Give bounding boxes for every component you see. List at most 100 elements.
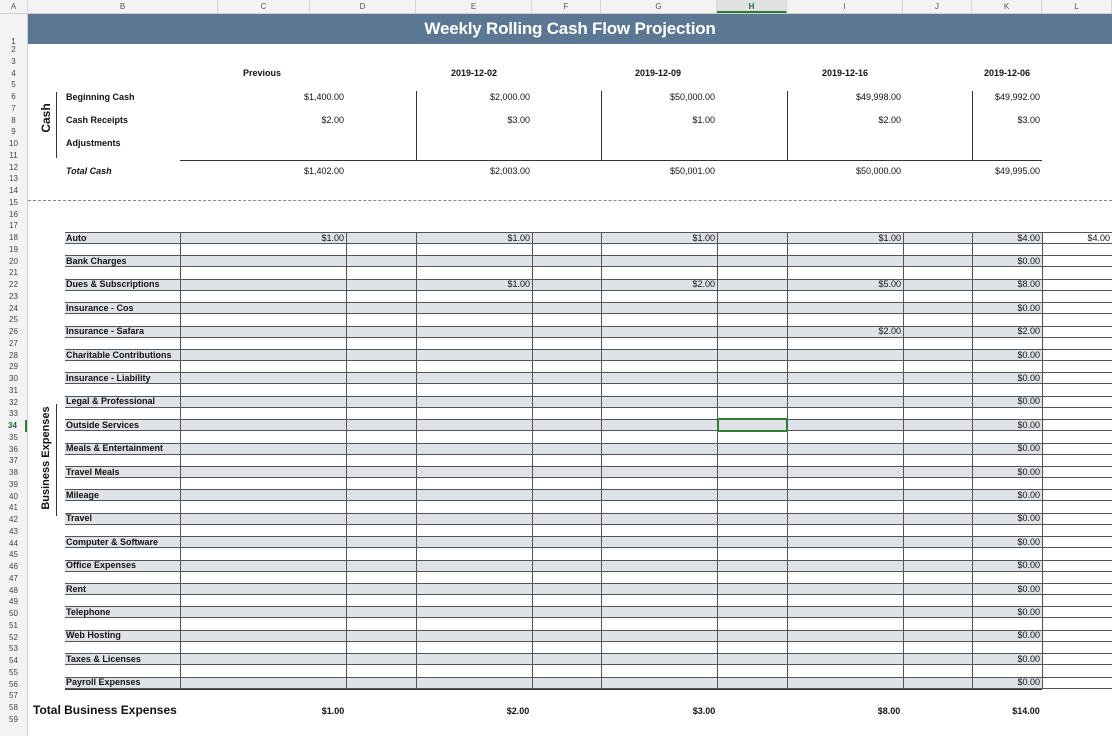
row-header-40[interactable]: 40 [0,491,27,503]
extra-cell[interactable] [1042,349,1112,361]
row-header-26[interactable]: 26 [0,326,27,338]
row-header-10[interactable]: 10 [0,138,27,150]
extra-cell[interactable] [1042,606,1112,619]
total-expenses-value[interactable]: $2.00 [468,706,568,716]
column-header-k[interactable]: K [972,0,1042,13]
cash-value-cell[interactable]: $50,000.00 [605,92,715,102]
row-header-33[interactable]: 33 [0,408,27,420]
extra-cell[interactable] [1042,512,1112,525]
row-header-53[interactable]: 53 [0,643,27,655]
extra-cell[interactable] [1042,255,1112,268]
row-header-19[interactable]: 19 [0,244,27,256]
row-header-25[interactable]: 25 [0,314,27,326]
row-header-8[interactable]: 8 [0,115,27,127]
row-header-31[interactable]: 31 [0,385,27,397]
expense-total-cell[interactable]: $2.00 [930,326,1040,336]
column-header-d[interactable]: D [310,0,416,13]
row-header-28[interactable]: 28 [0,350,27,362]
column-header-c[interactable]: C [218,0,310,13]
row-header-35[interactable]: 35 [0,432,27,444]
extra-cell[interactable] [1042,676,1112,689]
total-expenses-value[interactable]: $8.00 [839,706,939,716]
row-header-5[interactable]: 5 [0,79,27,91]
cash-value-cell[interactable]: $49,992.00 [930,92,1040,102]
expense-value-cell[interactable]: $1.00 [422,233,530,243]
total-expenses-value[interactable]: $1.00 [283,706,383,716]
cash-value-cell[interactable]: $1,400.00 [234,92,344,102]
extra-cell[interactable] [1042,629,1112,642]
expense-value-cell[interactable]: $1.00 [236,233,344,243]
expense-total-cell[interactable]: $0.00 [930,677,1040,687]
row-header-17[interactable]: 17 [0,220,27,232]
extra-cell[interactable] [1042,559,1112,572]
expense-total-cell[interactable]: $0.00 [930,513,1040,523]
cash-value-cell[interactable]: $49,998.00 [791,92,901,102]
row-header-52[interactable]: 52 [0,632,27,644]
row-header-36[interactable]: 36 [0,444,27,456]
extra-cell[interactable] [1042,302,1112,315]
extra-cell[interactable] [1042,325,1112,338]
expense-value-cell[interactable]: $1.00 [793,233,901,243]
expense-extra-cell[interactable]: $4.00 [1000,233,1110,243]
extra-cell[interactable] [1042,442,1112,455]
row-header-30[interactable]: 30 [0,373,27,385]
cash-value-cell[interactable]: $3.00 [420,115,530,125]
extra-cell[interactable] [1042,489,1112,502]
row-header-2[interactable]: 2 [0,44,27,56]
row-header-56[interactable]: 56 [0,679,27,691]
row-header-14[interactable]: 14 [0,185,27,197]
row-header-4[interactable]: 4 [0,68,27,80]
extra-cell[interactable] [1042,278,1112,291]
row-header-21[interactable]: 21 [0,267,27,279]
row-header-23[interactable]: 23 [0,291,27,303]
total-expenses-value[interactable]: $3.00 [654,706,754,716]
row-header-34[interactable]: 34 [0,420,27,432]
row-header-27[interactable]: 27 [0,338,27,350]
row-header-39[interactable]: 39 [0,479,27,491]
column-header-l[interactable]: L [1042,0,1112,13]
total-cash-value[interactable]: $50,000.00 [791,166,901,176]
row-header-46[interactable]: 46 [0,561,27,573]
row-header-38[interactable]: 38 [0,467,27,479]
row-header-42[interactable]: 42 [0,514,27,526]
extra-cell[interactable] [1042,372,1112,385]
column-header-i[interactable]: I [787,0,903,13]
row-header-41[interactable]: 41 [0,502,27,514]
row-header-47[interactable]: 47 [0,573,27,585]
expense-value-cell[interactable]: $2.00 [793,326,901,336]
expense-total-cell[interactable]: $0.00 [930,654,1040,664]
row-header-50[interactable]: 50 [0,608,27,620]
row-header-58[interactable]: 58 [0,702,27,714]
row-header-22[interactable]: 22 [0,279,27,291]
column-header-e[interactable]: E [416,0,532,13]
row-header-45[interactable]: 45 [0,549,27,561]
row-header-54[interactable]: 54 [0,655,27,667]
row-header-51[interactable]: 51 [0,620,27,632]
row-header-11[interactable]: 11 [0,150,27,162]
cash-value-cell[interactable]: $2,000.00 [420,92,530,102]
total-cash-value[interactable]: $2,003.00 [420,166,530,176]
row-header-59[interactable]: 59 [0,714,27,726]
column-header-h[interactable]: H [717,0,787,13]
expense-value-cell[interactable]: $5.00 [793,279,901,289]
row-header-3[interactable]: 3 [0,56,27,68]
extra-cell[interactable] [1042,419,1112,432]
expense-total-cell[interactable]: $0.00 [930,630,1040,640]
column-header-f[interactable]: F [532,0,601,13]
cash-value-cell[interactable]: $1.00 [605,115,715,125]
row-header-49[interactable]: 49 [0,596,27,608]
total-expenses-value[interactable]: $14.00 [976,706,1076,716]
row-header-6[interactable]: 6 [0,91,27,103]
title-banner[interactable]: Weekly Rolling Cash Flow Projection [28,14,1112,44]
row-header-29[interactable]: 29 [0,361,27,373]
cash-value-cell[interactable]: $2.00 [791,115,901,125]
expense-total-cell[interactable]: $0.00 [930,490,1040,500]
row-header-20[interactable]: 20 [0,256,27,268]
expense-value-cell[interactable]: $2.00 [607,279,715,289]
expense-total-cell[interactable]: $0.00 [930,420,1040,430]
row-header-44[interactable]: 44 [0,538,27,550]
expense-total-cell[interactable]: $0.00 [930,256,1040,266]
row-header-15[interactable]: 15 [0,197,27,209]
expense-total-cell[interactable]: $8.00 [930,279,1040,289]
row-header-18[interactable]: 18 [0,232,27,244]
